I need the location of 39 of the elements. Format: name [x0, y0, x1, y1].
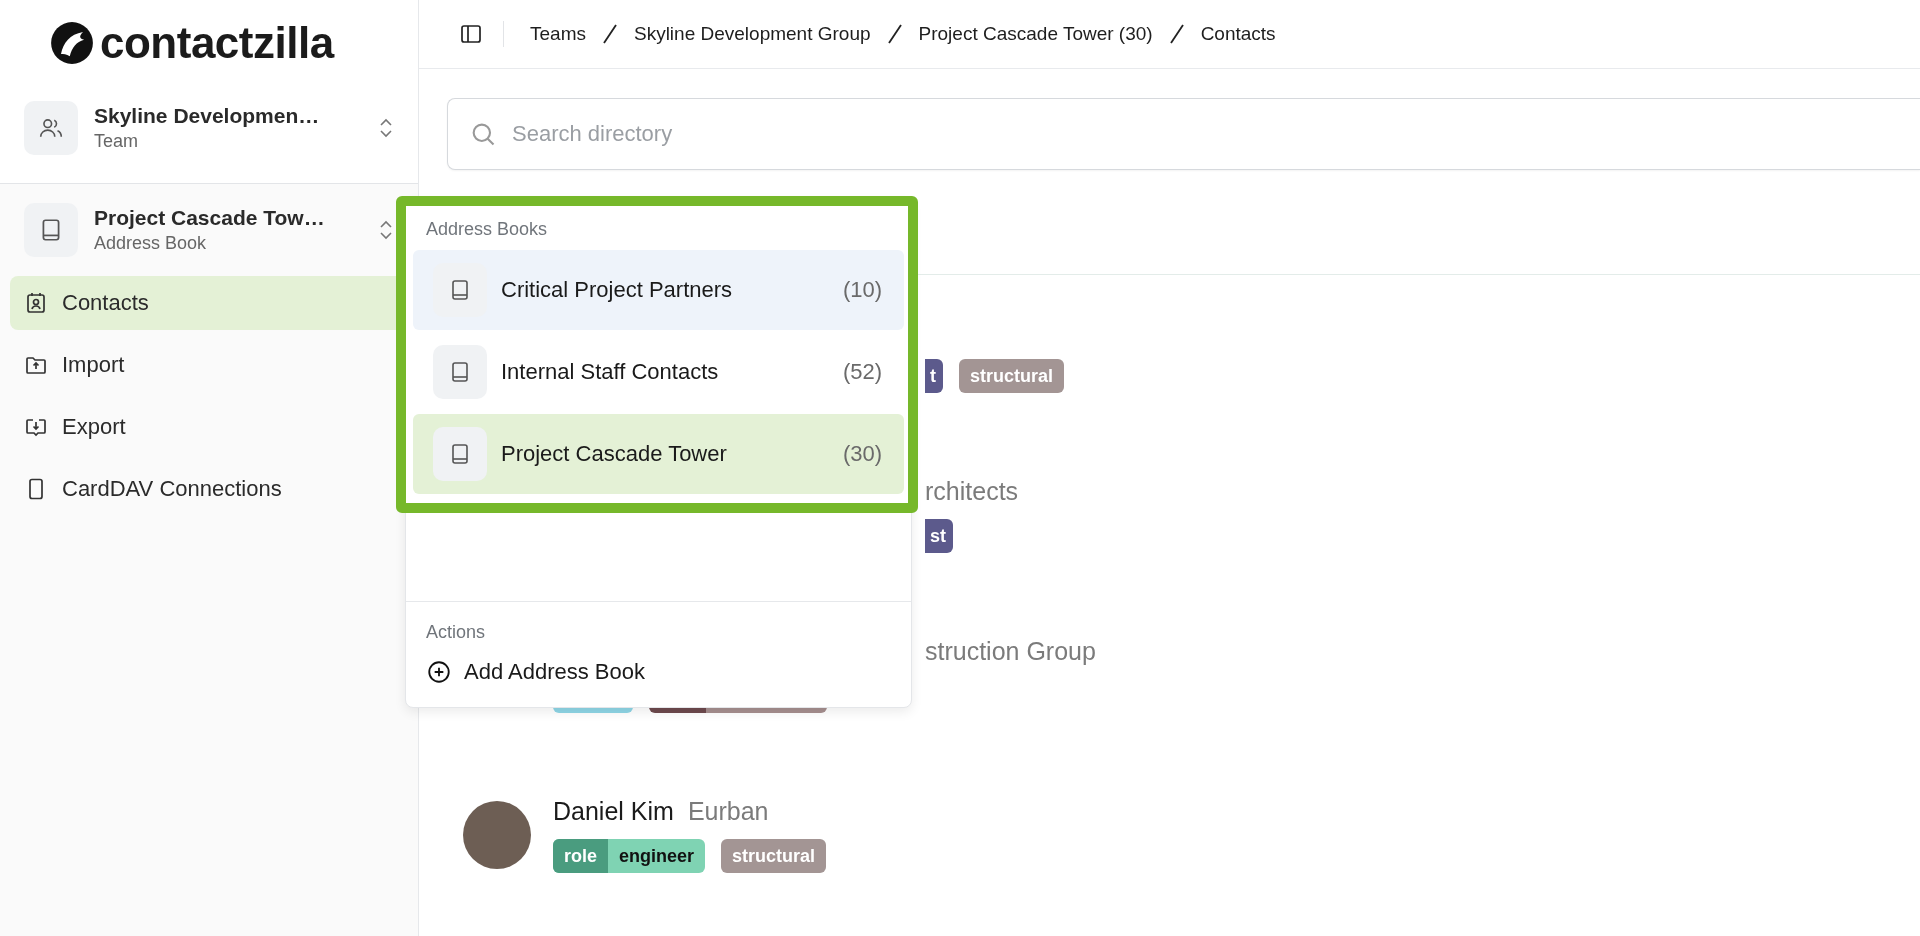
address-book-option[interactable]: Project Cascade Tower (30): [413, 414, 904, 494]
chevron-up-down-icon: [378, 218, 394, 242]
section-label: Address Books: [425, 218, 549, 241]
contact-name: Daniel Kim: [553, 797, 674, 826]
book-icon: [433, 345, 487, 399]
users-icon: [24, 101, 78, 155]
plus-circle-icon: [426, 659, 452, 685]
contact-organization: rchitects: [925, 477, 1019, 506]
team-name: Skyline Developmen…: [94, 104, 321, 128]
breadcrumb-link[interactable]: Skyline Development Group: [633, 23, 871, 45]
contact-card-icon: [24, 291, 48, 315]
contact-count: (30): [842, 441, 882, 467]
book-icon: [433, 427, 487, 481]
team-switcher[interactable]: Skyline Developmen… Team: [0, 73, 418, 183]
logo-text: contactzilla: [100, 18, 334, 68]
contact-organization: Eurban: [687, 797, 769, 826]
sidebar-toggle-icon[interactable]: [459, 22, 483, 46]
contact-count: (10): [842, 277, 882, 303]
add-address-book-link[interactable]: Add Address Book: [406, 653, 911, 697]
breadcrumb-link[interactable]: Contacts: [1200, 23, 1276, 45]
contact-count: (52): [842, 359, 882, 385]
team-label: Team: [94, 131, 139, 152]
address-book-label: Address Book: [94, 233, 208, 254]
tag: structural: [959, 359, 1065, 393]
tag: role engineer: [553, 839, 706, 873]
tag: st: [925, 519, 953, 553]
logo-icon: [50, 21, 94, 65]
search-field[interactable]: Search directory: [447, 98, 1920, 170]
address-book-option[interactable]: Critical Project Partners (10): [413, 250, 904, 330]
chevron-up-down-icon: [378, 116, 394, 140]
book-icon: [433, 263, 487, 317]
contact-organization: struction Group: [925, 637, 1096, 666]
tag: t: [925, 359, 943, 393]
tag: structural: [721, 839, 827, 873]
book-icon: [24, 203, 78, 257]
breadcrumb-link[interactable]: Project Cascade Tower (30): [918, 23, 1153, 45]
address-book-name: Project Cascade Tow…: [94, 206, 326, 230]
section-label: Actions: [425, 621, 487, 644]
breadcrumb-link[interactable]: Teams: [530, 23, 586, 45]
